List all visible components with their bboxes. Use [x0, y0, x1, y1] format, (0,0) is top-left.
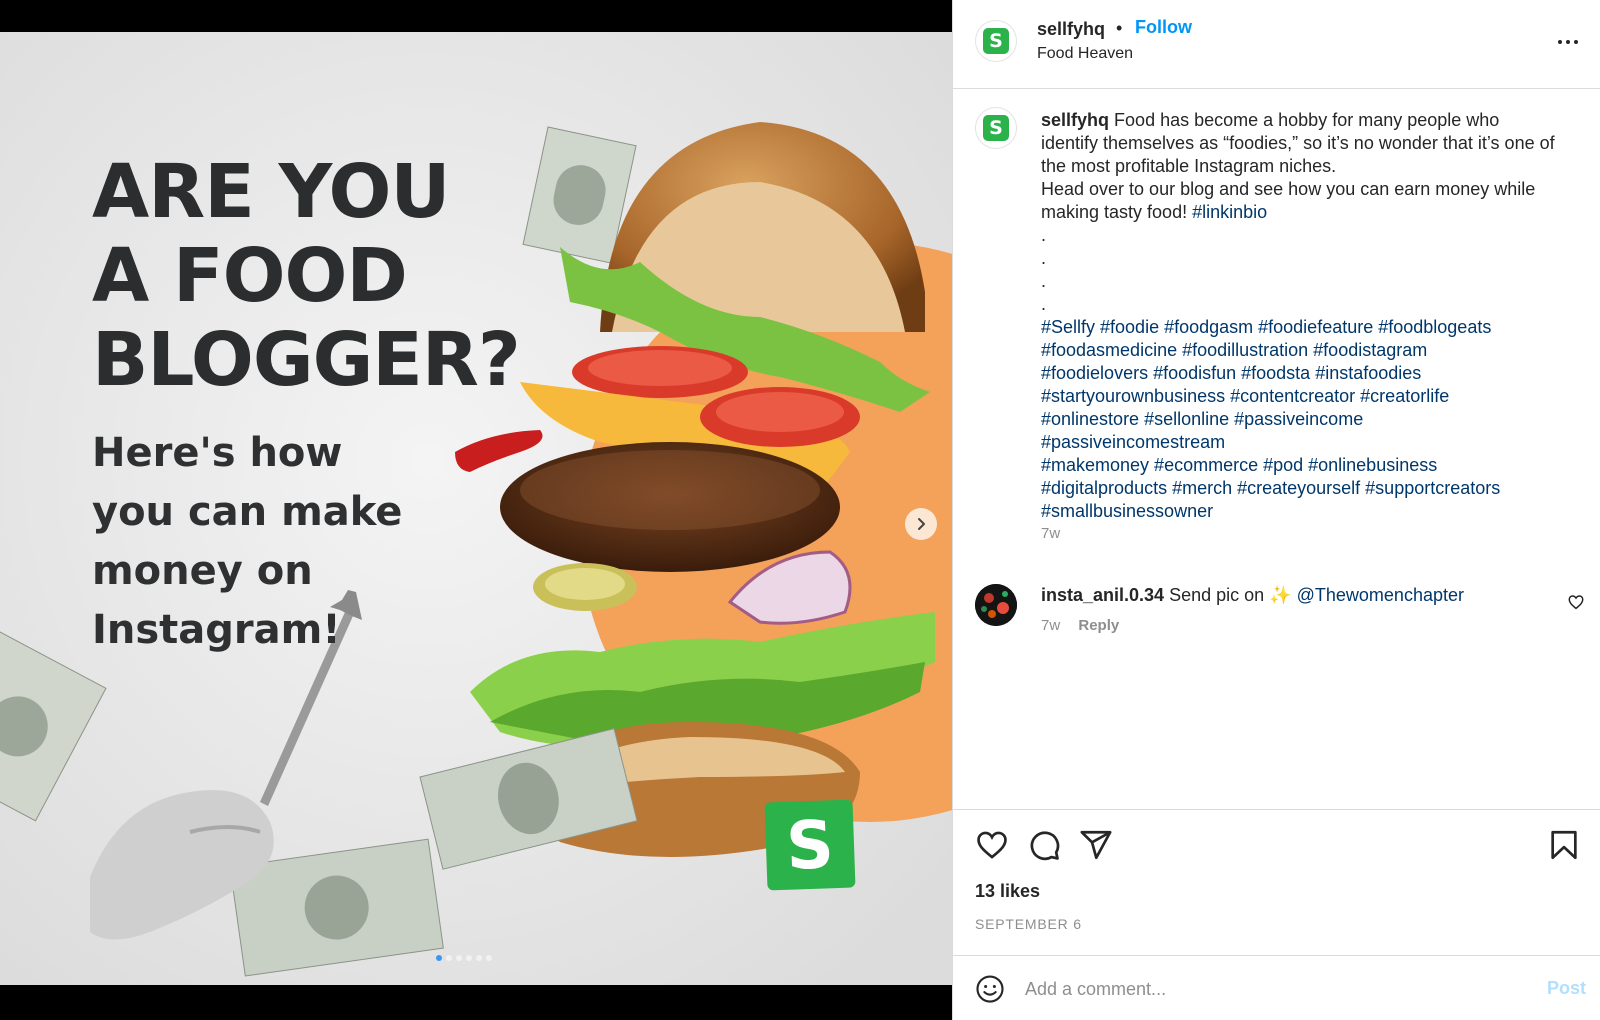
caption-dot: .	[1041, 225, 1047, 245]
carousel-dots	[436, 955, 492, 961]
carousel-dot[interactable]	[466, 955, 472, 961]
author-username[interactable]: sellfyhq	[1037, 19, 1105, 40]
carousel-next-button[interactable]	[905, 508, 937, 540]
hashtag-line[interactable]: #onlinestore #sellonline #passiveincome	[1041, 408, 1561, 431]
post-caption: sellfyhq Food has become a hobby for man…	[1041, 109, 1561, 523]
slide-subheadline: Here's how you can make money on Instagr…	[92, 424, 472, 660]
post-actions: 13 likes SEPTEMBER 6	[953, 809, 1600, 955]
follow-button[interactable]: Follow	[1135, 17, 1192, 38]
caption-avatar[interactable]: S	[975, 107, 1017, 149]
post-date[interactable]: SEPTEMBER 6	[975, 916, 1082, 932]
post-comment-button[interactable]: Post	[1547, 978, 1586, 999]
subhead-line: money on	[92, 548, 313, 594]
avatar-logo: S	[983, 115, 1009, 141]
heart-icon[interactable]	[975, 828, 1009, 862]
hashtag-link[interactable]: #linkinbio	[1192, 202, 1267, 222]
carousel-slide[interactable]: ARE YOU A FOOD BLOGGER? Here's how you c…	[0, 32, 952, 985]
hashtag-line[interactable]: #smallbusinessowner	[1041, 500, 1561, 523]
comment-timestamp[interactable]: 7w	[1041, 617, 1060, 634]
headline-line: A FOOD	[92, 233, 408, 319]
caption-timestamp[interactable]: 7w	[1041, 525, 1060, 542]
caption-dot: .	[1041, 271, 1047, 291]
caption-username[interactable]: sellfyhq	[1041, 110, 1109, 130]
share-icon[interactable]	[1079, 828, 1113, 862]
post-header: S sellfyhq • Follow Food Heaven	[953, 0, 1600, 89]
chevron-right-icon	[918, 518, 925, 530]
bookmark-icon[interactable]	[1547, 828, 1581, 862]
comment-body: insta_anil.0.34 Send pic on ✨ @Thewomenc…	[1041, 584, 1561, 607]
add-comment-bar: Post	[953, 955, 1600, 1020]
carousel-dot[interactable]	[476, 955, 482, 961]
carousel-dot[interactable]	[436, 955, 442, 961]
avatar-logo: S	[983, 28, 1009, 54]
author-avatar[interactable]: S	[975, 20, 1017, 62]
carousel-dot[interactable]	[486, 955, 492, 961]
post-media: ARE YOU A FOOD BLOGGER? Here's how you c…	[0, 0, 952, 1020]
subhead-line: Here's how	[92, 430, 343, 476]
comment-text: Send pic on	[1169, 585, 1265, 605]
comments-section: S sellfyhq Food has become a hobby for m…	[953, 89, 1600, 809]
caption-dot: .	[1041, 294, 1047, 314]
headline-line: BLOGGER?	[92, 317, 521, 403]
hashtag-line[interactable]: #digitalproducts #merch #createyourself …	[1041, 477, 1561, 500]
header-separator: •	[1116, 18, 1123, 38]
post-details-panel: S sellfyhq • Follow Food Heaven S sellfy…	[952, 0, 1600, 1020]
letterbox-top	[0, 0, 952, 32]
subhead-line: you can make	[92, 489, 403, 535]
letterbox-bottom	[0, 985, 952, 1020]
smiley-icon[interactable]	[975, 974, 1005, 1004]
headline-line: ARE YOU	[92, 149, 451, 235]
caption-dot: .	[1041, 248, 1047, 268]
caption-text: Food has become a hobby for many people …	[1041, 110, 1555, 176]
hashtag-line[interactable]: #passiveincomestream	[1041, 431, 1561, 454]
flower-avatar-image	[975, 584, 1017, 626]
heart-outline-icon[interactable]	[1567, 593, 1585, 611]
slide-headline: ARE YOU A FOOD BLOGGER?	[92, 150, 562, 402]
hashtag-line[interactable]: #foodasmedicine #foodillustration #foodi…	[1041, 339, 1561, 362]
comment-mention[interactable]: @Thewomenchapter	[1297, 585, 1464, 605]
commenter-avatar[interactable]	[975, 584, 1017, 626]
subhead-line: Instagram!	[92, 607, 341, 653]
comment-icon[interactable]	[1027, 828, 1061, 862]
hashtag-line[interactable]: #makemoney #ecommerce #pod #onlinebusine…	[1041, 454, 1561, 477]
likes-count[interactable]: 13 likes	[975, 881, 1040, 902]
hashtag-line[interactable]: #startyourownbusiness #contentcreator #c…	[1041, 385, 1561, 408]
reply-button[interactable]: Reply	[1078, 617, 1119, 634]
comment-input[interactable]	[1025, 972, 1505, 1006]
carousel-dot[interactable]	[456, 955, 462, 961]
sparkles-emoji: ✨	[1269, 585, 1292, 605]
hashtag-line[interactable]: #foodielovers #foodisfun #foodsta #insta…	[1041, 362, 1561, 385]
carousel-dot[interactable]	[446, 955, 452, 961]
commenter-username[interactable]: insta_anil.0.34	[1041, 585, 1164, 605]
comment-meta: 7w Reply	[1041, 617, 1119, 634]
sellfy-logo-tile: S	[764, 799, 856, 891]
caption-text: Head over to our blog and see how you ca…	[1041, 179, 1536, 222]
more-options-button[interactable]	[1553, 30, 1583, 54]
more-horizontal-icon	[1558, 40, 1578, 44]
hashtag-line[interactable]: #Sellfy #foodie #foodgasm #foodiefeature…	[1041, 316, 1561, 339]
post-location[interactable]: Food Heaven	[1037, 45, 1133, 63]
